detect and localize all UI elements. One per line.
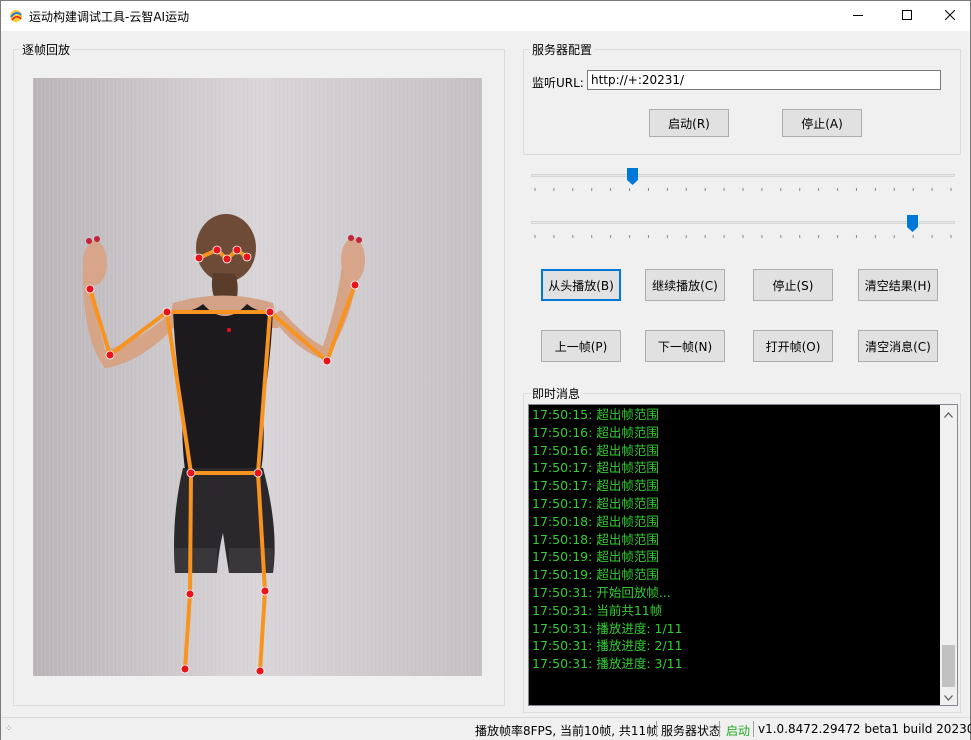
close-icon [944, 9, 956, 23]
app-logo-icon [8, 8, 24, 24]
message-line: 17:50:18: 超出帧范围 [532, 513, 659, 529]
title-bar[interactable]: 运动构建调试工具-云智AI运动 [1, 1, 970, 31]
resize-grip-icon[interactable]: ⁘ [5, 724, 12, 734]
app-window: 运动构建调试工具-云智AI运动 逐帧回放 服务器配置 监听URL: http:/… [0, 0, 971, 740]
open-frame-button[interactable]: 打开帧(O) [753, 330, 833, 362]
status-bar: ⁘ 播放帧率8FPS, 当前10帧, 共11帧 服务器状态 启动 v1.0.84… [1, 717, 971, 740]
message-line: 17:50:17: 超出帧范围 [532, 478, 659, 494]
messages-group-label: 即时消息 [530, 385, 583, 402]
playback-group: 逐帧回放 [13, 41, 505, 706]
slider-thumb[interactable] [907, 215, 919, 232]
minimize-icon [853, 9, 863, 23]
message-list: 17:50:15: 超出帧范围 17:50:16: 超出帧范围 17:50:16: … [532, 406, 940, 673]
continue-play-button[interactable]: 继续播放(C) [645, 269, 725, 301]
message-line: 17:50:31: 开始回放帧... [532, 584, 671, 600]
slider-track [531, 221, 955, 224]
listen-url-input[interactable] [587, 70, 941, 90]
message-line: 17:50:31: 当前共11帧 [532, 602, 663, 618]
message-line: 17:50:18: 超出帧范围 [532, 531, 659, 547]
frame-preview [33, 78, 482, 676]
message-line: 17:50:31: 播放进度: 3/11 [532, 656, 683, 672]
next-frame-button[interactable]: 下一帧(N) [645, 330, 725, 362]
status-separator [656, 721, 657, 737]
message-console[interactable]: 17:50:15: 超出帧范围 17:50:16: 超出帧范围 17:50:16: … [528, 404, 958, 706]
maximize-icon [902, 9, 912, 23]
server-config-group-label: 服务器配置 [530, 41, 595, 58]
play-from-start-button[interactable]: 从头播放(B) [541, 269, 621, 301]
server-config-group: 服务器配置 监听URL: 启动(R) 停止(A) [523, 41, 961, 155]
message-line: 17:50:19: 超出帧范围 [532, 549, 659, 565]
clear-results-button[interactable]: 清空结果(H) [858, 269, 938, 301]
console-scrollbar[interactable] [940, 405, 957, 705]
version-info: v1.0.8472.29472 beta1 build 20230313 [758, 722, 971, 736]
close-button[interactable] [930, 1, 970, 31]
message-line: 17:50:31: 播放进度: 2/11 [532, 638, 683, 654]
message-line: 17:50:16: 超出帧范围 [532, 424, 659, 440]
status-separator [719, 721, 720, 737]
chevron-up-icon [944, 407, 953, 421]
server-start-button[interactable]: 启动(R) [649, 109, 729, 137]
message-line: 17:50:15: 超出帧范围 [532, 407, 659, 422]
minimize-button[interactable] [838, 1, 878, 31]
status-separator [753, 721, 754, 737]
message-line: 17:50:19: 超出帧范围 [532, 567, 659, 583]
window-title: 运动构建调试工具-云智AI运动 [29, 10, 190, 24]
scroll-thumb[interactable] [942, 645, 955, 687]
server-status-value: 启动 [726, 724, 751, 738]
slider-track [531, 174, 955, 177]
message-line: 17:50:16: 超出帧范围 [532, 442, 659, 458]
chevron-down-icon [944, 690, 953, 704]
frame-slider-bottom[interactable] [529, 215, 957, 245]
slider-thumb[interactable] [627, 168, 639, 185]
scroll-down-button[interactable] [940, 688, 957, 705]
scroll-up-button[interactable] [940, 405, 957, 422]
message-line: 17:50:17: 超出帧范围 [532, 460, 659, 476]
previous-frame-button[interactable]: 上一帧(P) [541, 330, 621, 362]
message-line: 17:50:17: 超出帧范围 [532, 495, 659, 511]
clear-messages-button[interactable]: 清空消息(C) [858, 330, 938, 362]
messages-group: 即时消息 17:50:15: 超出帧范围 17:50:16: 超出帧范围 17:50… [523, 385, 961, 713]
slider-ticks [534, 188, 952, 191]
listen-url-label: 监听URL: [532, 76, 584, 90]
playback-group-label: 逐帧回放 [20, 41, 73, 58]
server-status-label: 服务器状态 [661, 724, 722, 738]
message-line: 17:50:31: 播放进度: 1/11 [532, 620, 683, 636]
slider-ticks [534, 235, 952, 238]
server-stop-button[interactable]: 停止(A) [782, 109, 862, 137]
maximize-button[interactable] [887, 1, 927, 31]
stop-play-button[interactable]: 停止(S) [753, 269, 833, 301]
frame-slider-top[interactable] [529, 168, 957, 198]
playback-info-status: 播放帧率8FPS, 当前10帧, 共11帧 [475, 724, 659, 738]
